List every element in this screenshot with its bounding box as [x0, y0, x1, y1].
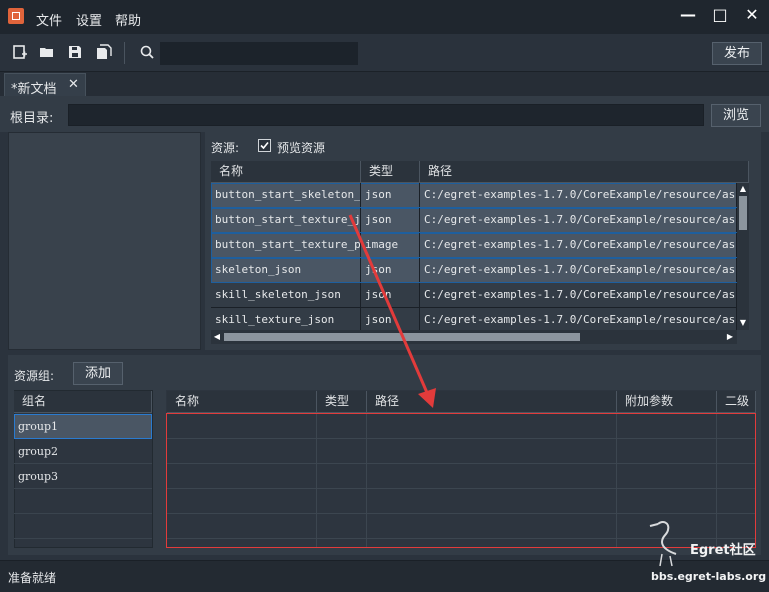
- resource-cell-type: json: [361, 208, 420, 232]
- resource-cell-name: skill_texture_json: [211, 308, 361, 332]
- gcol-header-params[interactable]: 附加参数: [617, 391, 717, 413]
- root-path-input[interactable]: [68, 104, 704, 126]
- tab-close-icon[interactable]: ✕: [68, 77, 79, 92]
- resource-row[interactable]: skill_skeleton_json json C:/egret-examples…: [211, 283, 737, 308]
- search-input[interactable]: [160, 42, 358, 65]
- maximize-button[interactable]: □: [709, 4, 731, 26]
- resource-cell-path: C:/egret-examples-1.7.0/CoreExample/reso…: [420, 283, 737, 307]
- resource-cell-name: button_start_texture_png: [211, 233, 361, 257]
- new-doc-icon[interactable]: [11, 44, 29, 62]
- scroll-left-icon[interactable]: ◀: [212, 332, 222, 342]
- resource-cell-path: C:/egret-examples-1.7.0/CoreExample/reso…: [420, 208, 737, 232]
- group-empty-row: [14, 489, 152, 514]
- resource-row[interactable]: button_start_skeleton_jsonjsonC:/egret-e…: [211, 183, 737, 208]
- resource-cell-name: skill_skeleton_json: [211, 283, 361, 307]
- toolbar: [0, 34, 769, 72]
- scroll-up-icon[interactable]: ▲: [738, 184, 748, 194]
- resource-cell-path: C:/egret-examples-1.7.0/CoreExample/reso…: [420, 258, 737, 282]
- resources-hscroll-thumb[interactable]: [224, 333, 580, 341]
- resources-vscroll-thumb[interactable]: [739, 196, 747, 230]
- group-item[interactable]: group2: [14, 439, 152, 464]
- resource-row[interactable]: button_start_texture_png image C:/egret-ex…: [211, 233, 737, 258]
- gcol-header-subkeys[interactable]: 二级: [717, 391, 756, 413]
- menu-file[interactable]: 文件: [36, 10, 62, 29]
- tab-label: *新文档: [11, 82, 57, 97]
- directory-tree-panel[interactable]: [8, 132, 201, 350]
- resource-cell-path: C:/egret-examples-1.7.0/CoreExample/reso…: [420, 183, 737, 207]
- gcol-header-name[interactable]: 名称: [167, 391, 317, 413]
- resources-label: 资源:: [211, 141, 240, 155]
- menu-settings[interactable]: 设置: [76, 10, 102, 29]
- toolbar-divider: [124, 42, 125, 64]
- resource-cell-type: json: [361, 308, 420, 332]
- tab-strip: [0, 72, 769, 96]
- resource-cell-type: json: [361, 258, 420, 282]
- gcol-header-path[interactable]: 路径: [367, 391, 617, 413]
- group-item[interactable]: group3: [14, 464, 152, 489]
- group-item[interactable]: group1: [14, 414, 152, 439]
- resource-cell-type: json: [361, 183, 420, 207]
- root-label: 根目录:: [10, 111, 54, 126]
- col-header-group-name[interactable]: 组名: [14, 391, 152, 413]
- resource-cell-path: C:/egret-examples-1.7.0/CoreExample/reso…: [420, 233, 737, 257]
- save-icon[interactable]: [66, 44, 84, 62]
- col-header-path[interactable]: 路径: [420, 161, 749, 183]
- open-folder-icon[interactable]: [38, 44, 56, 62]
- gcol-header-type[interactable]: 类型: [317, 391, 367, 413]
- resource-cell-name: button_start_texture_json: [211, 208, 361, 232]
- minimize-button[interactable]: —: [677, 4, 699, 26]
- publish-button[interactable]: 发布: [712, 42, 762, 65]
- egret-bird-logo: [649, 521, 677, 567]
- resource-row[interactable]: button_start_texture_jsonjsonC:/egret-ex…: [211, 208, 737, 233]
- resource-cell-name: button_start_skeleton_json: [211, 183, 361, 207]
- status-text: 准备就绪: [8, 571, 57, 585]
- groups-label: 资源组:: [14, 369, 55, 383]
- preview-checkbox[interactable]: [258, 139, 271, 152]
- resource-cell-type: json: [361, 283, 420, 307]
- add-group-button[interactable]: 添加: [73, 362, 123, 385]
- group-empty-row: [14, 514, 152, 539]
- tab-new-document[interactable]: *新文档 ✕: [4, 73, 86, 97]
- col-header-name[interactable]: 名称: [211, 161, 361, 183]
- col-header-type[interactable]: 类型: [361, 161, 420, 183]
- scroll-right-icon[interactable]: ▶: [725, 332, 735, 342]
- app-logo-icon: [8, 8, 24, 24]
- search-icon: [138, 44, 156, 62]
- scroll-down-icon[interactable]: ▼: [738, 318, 748, 328]
- resource-row[interactable]: skeleton_json json C:/egret-examples-1.7.0…: [211, 258, 737, 283]
- close-window-button[interactable]: ✕: [741, 4, 763, 26]
- resource-cell-type: image: [361, 233, 420, 257]
- preview-label: 预览资源: [277, 141, 326, 155]
- resource-cell-path: C:/egret-examples-1.7.0/CoreExample/reso…: [420, 308, 737, 332]
- menu-help[interactable]: 帮助: [115, 10, 141, 29]
- watermark-brand: Egret社区: [690, 543, 756, 558]
- save-all-icon[interactable]: [95, 44, 113, 62]
- resource-cell-name: skeleton_json: [211, 258, 361, 282]
- browse-button[interactable]: 浏览: [711, 104, 761, 127]
- watermark-url: bbs.egret-labs.org: [651, 570, 767, 583]
